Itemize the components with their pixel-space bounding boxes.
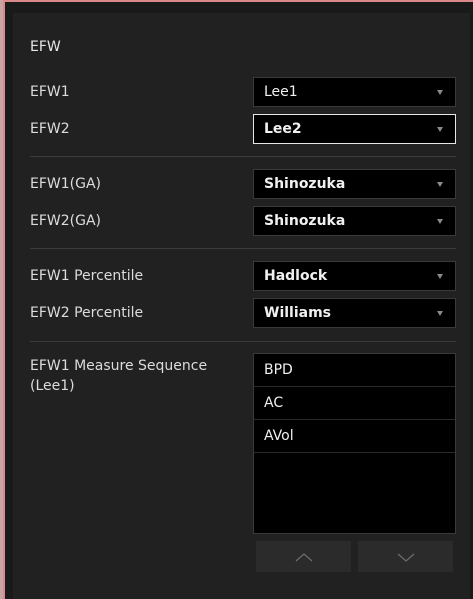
chevron-down-icon [437, 90, 443, 95]
measure-sequence-label: EFW1 Measure Sequence (Lee1) [30, 356, 207, 396]
efw1-ga-select[interactable]: Shinozuka [253, 169, 456, 199]
efw1-select[interactable]: Lee1 [253, 77, 456, 107]
chevron-down-icon [437, 127, 443, 132]
chevron-down-icon [437, 219, 443, 224]
efw1-ga-label: EFW1(GA) [30, 176, 101, 192]
efw2-percentile-select[interactable]: Williams [253, 298, 456, 328]
efw2-ga-value: Shinozuka [264, 213, 346, 229]
efw1-percentile-select[interactable]: Hadlock [253, 261, 456, 291]
list-item[interactable]: BPD [254, 354, 455, 387]
efw2-ga-select[interactable]: Shinozuka [253, 206, 456, 236]
efw2-ga-label: EFW2(GA) [30, 213, 101, 229]
efw2-label: EFW2 [30, 121, 70, 137]
divider [30, 248, 456, 249]
chevron-down-icon [437, 311, 443, 316]
efw2-value: Lee2 [264, 121, 302, 137]
divider [30, 156, 456, 157]
efw1-percentile-label: EFW1 Percentile [30, 268, 144, 284]
list-item[interactable]: AC [254, 387, 455, 420]
chevron-down-icon [437, 274, 443, 279]
divider [30, 341, 456, 342]
efw1-label: EFW1 [30, 84, 70, 100]
chevron-up-icon [295, 553, 313, 562]
efw2-select[interactable]: Lee2 [253, 114, 456, 144]
efw2-percentile-value: Williams [264, 305, 332, 321]
chevron-down-icon [437, 182, 443, 187]
efw1-ga-value: Shinozuka [264, 176, 346, 192]
measure-sequence-label-line1: EFW1 Measure Sequence [30, 358, 208, 374]
efw1-value: Lee1 [264, 84, 298, 100]
efw2-percentile-label: EFW2 Percentile [30, 305, 144, 321]
measure-sequence-label-line2: (Lee1) [30, 378, 75, 394]
chevron-down-icon [397, 553, 415, 562]
section-title: EFW [30, 39, 61, 55]
efw1-percentile-value: Hadlock [264, 268, 328, 284]
move-up-button[interactable] [256, 541, 351, 572]
measure-sequence-list[interactable]: BPD AC AVol [253, 353, 456, 534]
list-item[interactable]: AVol [254, 420, 455, 453]
move-down-button[interactable] [358, 541, 453, 572]
